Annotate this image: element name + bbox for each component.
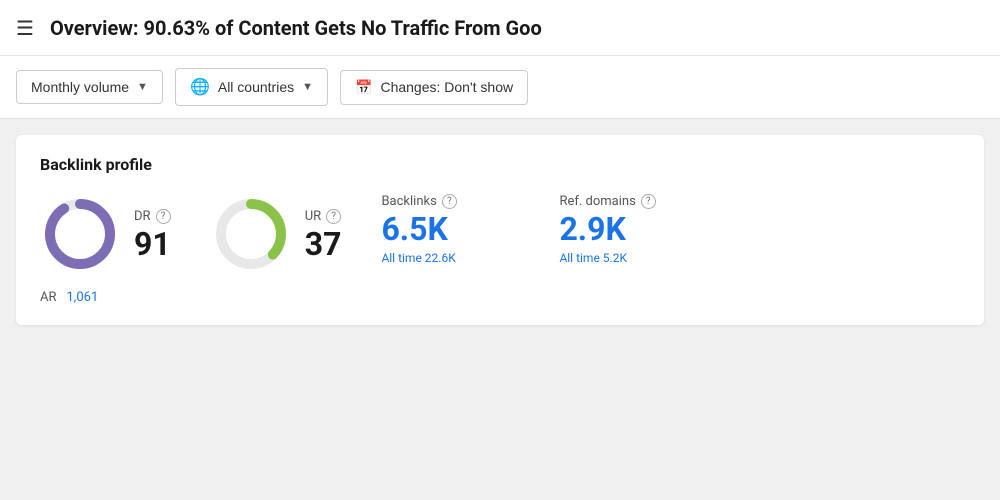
ar-value: 1,061 — [66, 290, 98, 305]
ref-domains-help-icon[interactable]: ? — [641, 194, 656, 209]
monthly-volume-dropdown[interactable]: Monthly volume ▼ — [16, 70, 163, 104]
ref-domains-label: Ref. domains ? — [559, 194, 689, 209]
dr-value: 91 — [134, 228, 171, 260]
backlinks-label: Backlinks ? — [381, 194, 511, 209]
ur-label: UR ? — [305, 209, 342, 224]
calendar-icon: 📅 — [355, 79, 372, 96]
ar-row: AR 1,061 — [40, 286, 960, 305]
all-countries-label: All countries — [218, 79, 294, 95]
dr-help-icon[interactable]: ? — [156, 209, 171, 224]
main-content: Backlink profile DR ? — [0, 119, 1000, 341]
ar-label: AR — [40, 290, 57, 305]
dr-donut-chart — [40, 194, 120, 274]
backlinks-value: 6.5K — [381, 213, 511, 245]
metrics-row: DR ? 91 UR — [40, 194, 960, 274]
chevron-down-icon: ▼ — [137, 81, 148, 93]
dr-label: DR ? — [134, 209, 171, 224]
monthly-volume-label: Monthly volume — [31, 79, 129, 95]
chevron-down-icon-2: ▼ — [302, 81, 313, 93]
ur-metric: UR ? 37 — [211, 194, 342, 274]
ur-donut-chart — [211, 194, 291, 274]
card-title: Backlink profile — [40, 155, 960, 174]
changes-dropdown[interactable]: 📅 Changes: Don't show — [340, 70, 528, 105]
hamburger-icon[interactable]: ☰ — [16, 16, 34, 40]
all-countries-dropdown[interactable]: 🌐 All countries ▼ — [175, 68, 328, 106]
backlink-profile-card: Backlink profile DR ? — [16, 135, 984, 325]
ur-info: UR ? 37 — [305, 209, 342, 260]
globe-icon: 🌐 — [190, 77, 210, 97]
changes-label: Changes: Don't show — [380, 79, 513, 95]
toolbar: Monthly volume ▼ 🌐 All countries ▼ 📅 Cha… — [0, 56, 1000, 119]
ur-value: 37 — [305, 228, 342, 260]
backlinks-metric: Backlinks ? 6.5K All time 22.6K — [381, 194, 511, 265]
dr-info: DR ? 91 — [134, 209, 171, 260]
ref-domains-metric: Ref. domains ? 2.9K All time 5.2K — [559, 194, 689, 265]
backlinks-alltime: All time 22.6K — [381, 251, 511, 265]
ref-domains-alltime: All time 5.2K — [559, 251, 689, 265]
dr-metric: DR ? 91 — [40, 194, 171, 274]
header: ☰ Overview: 90.63% of Content Gets No Tr… — [0, 0, 1000, 56]
page-title: Overview: 90.63% of Content Gets No Traf… — [50, 16, 542, 40]
ur-help-icon[interactable]: ? — [326, 209, 341, 224]
ref-domains-value: 2.9K — [559, 213, 689, 245]
backlinks-help-icon[interactable]: ? — [442, 194, 457, 209]
